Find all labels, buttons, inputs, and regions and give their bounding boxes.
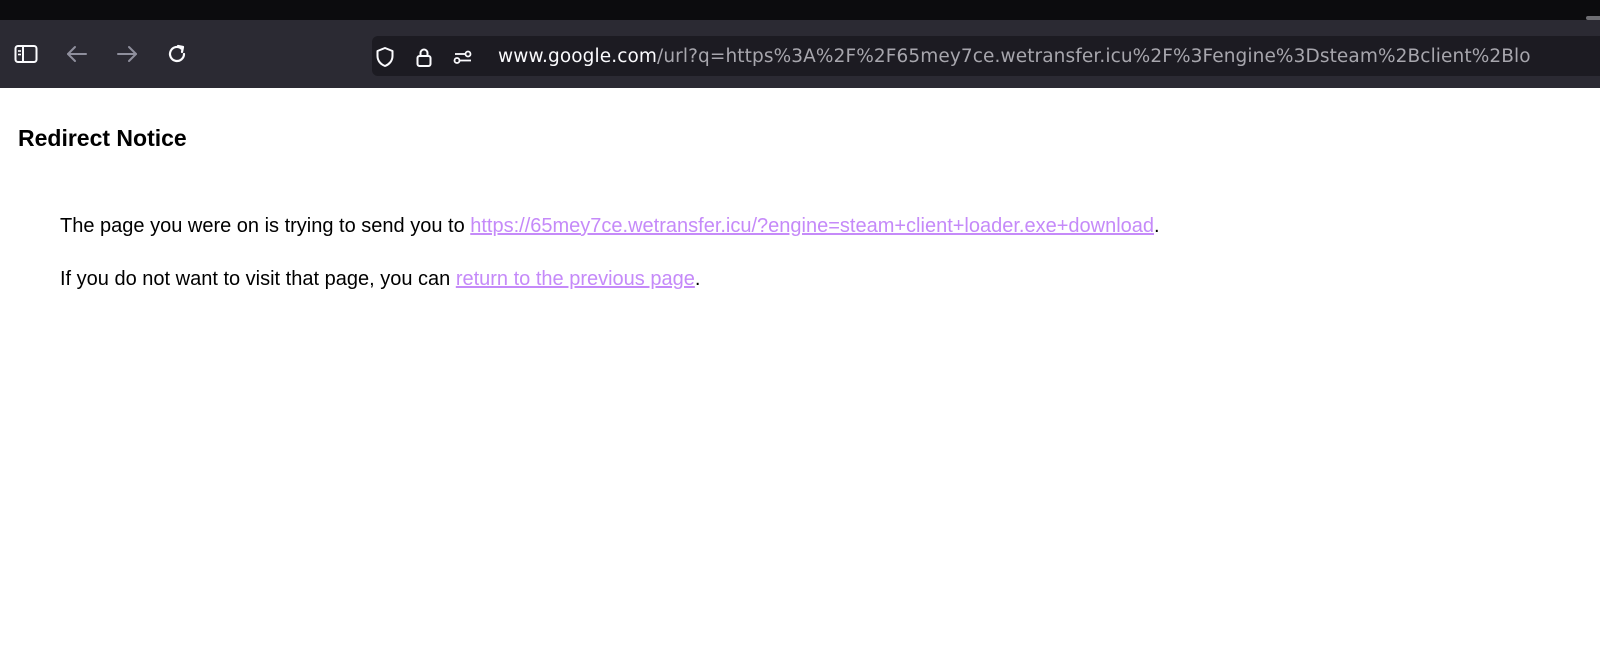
shield-icon[interactable]: [374, 46, 396, 68]
back-arrow-icon[interactable]: [62, 39, 92, 69]
redirect-message-prefix: The page you were on is trying to send y…: [60, 215, 471, 237]
forward-arrow-icon[interactable]: [112, 39, 142, 69]
redirect-destination-link[interactable]: https://65mey7ce.wetransfer.icu/?engine=…: [470, 215, 1154, 237]
return-message-suffix: .: [694, 268, 701, 290]
url-host: www.google.com: [498, 46, 658, 67]
browser-toolbar: www.google.com/url?q=https%3A%2F%2F65mey…: [0, 20, 1600, 88]
return-message-prefix: If you do not want to visit that page, y…: [60, 268, 456, 290]
window-titlebar: [0, 0, 1600, 20]
redirect-message: The page you were on is trying to send y…: [60, 214, 1160, 238]
url-text[interactable]: www.google.com/url?q=https%3A%2F%2F65mey…: [498, 46, 1531, 68]
sidebar-icon[interactable]: [11, 39, 41, 69]
page-title: Redirect Notice: [18, 125, 187, 151]
redirect-message-suffix: .: [1154, 215, 1160, 237]
return-previous-page-link[interactable]: return to the previous page: [456, 268, 695, 290]
page-content: Redirect Notice The page you were on is …: [0, 88, 1600, 645]
reload-icon[interactable]: [162, 39, 192, 69]
lock-icon[interactable]: [413, 46, 435, 68]
url-path: /url?q=https%3A%2F%2F65mey7ce.wetransfer…: [657, 46, 1531, 67]
permissions-icon[interactable]: [452, 46, 474, 68]
return-message: If you do not want to visit that page, y…: [60, 267, 700, 291]
url-bar[interactable]: www.google.com/url?q=https%3A%2F%2F65mey…: [372, 36, 1600, 76]
